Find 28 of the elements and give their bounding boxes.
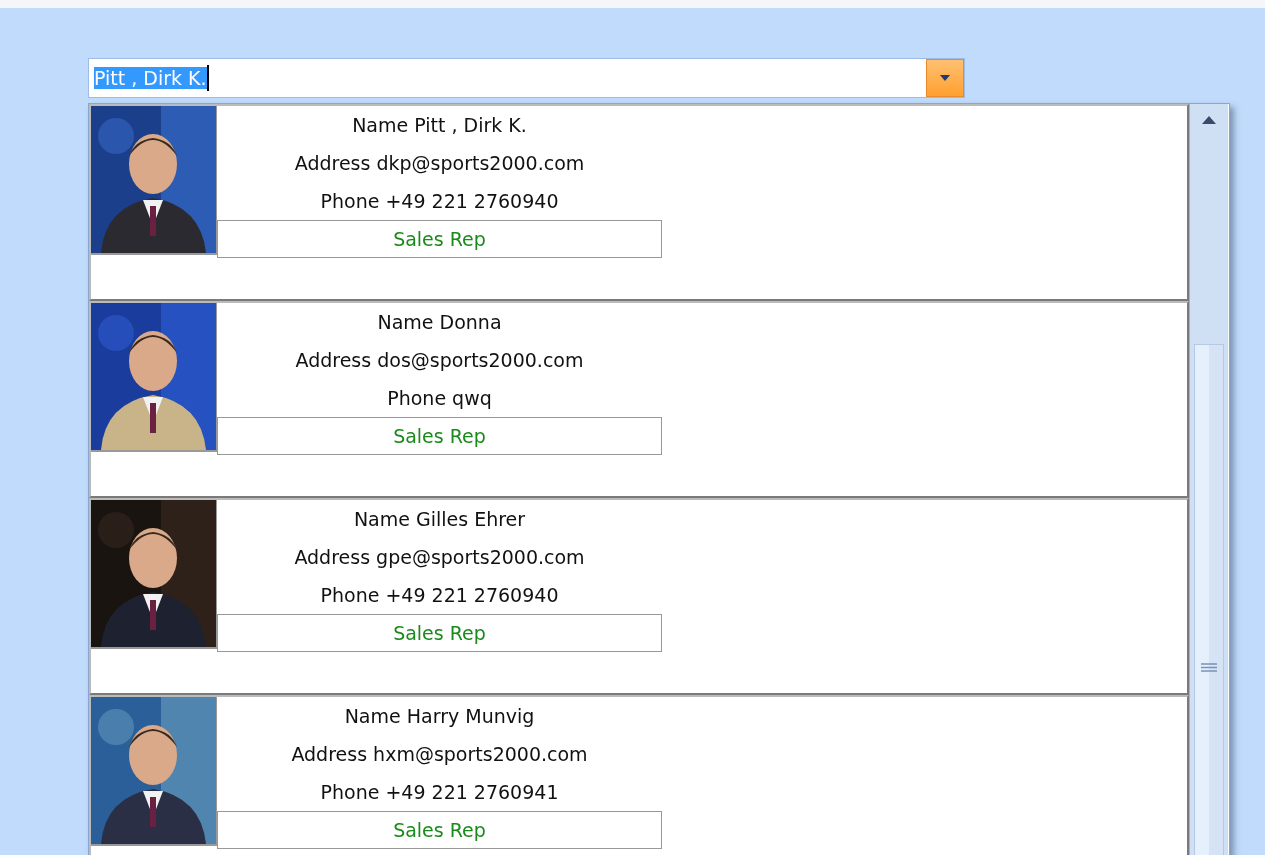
list-item[interactable]: Name Gilles Ehrer Address gpe@sports2000.com Phone +49 221 2760940 Sales Rep	[89, 498, 1189, 695]
dropdown-button[interactable]	[926, 59, 964, 97]
phone-text: Phone qwq	[387, 386, 492, 411]
address-text: Address gpe@sports2000.com	[294, 545, 585, 570]
phone-text: Phone +49 221 2760940	[320, 189, 559, 214]
scroll-thumb[interactable]	[1194, 344, 1224, 855]
list-item[interactable]: Name Harry Munvig Address hxm@sports2000.com Phone +49 221 2760941 Sales Rep	[89, 695, 1189, 855]
scroll-up-icon[interactable]	[1202, 116, 1216, 124]
text-cursor	[206, 65, 209, 91]
list-item[interactable]: Name Donna Address dos@sports2000.com Phone qwq Sales Rep	[89, 301, 1189, 498]
scrollbar[interactable]	[1189, 104, 1228, 855]
caret-icon	[939, 74, 951, 82]
address-text: Address dkp@sports2000.com	[294, 151, 585, 176]
address-text: Address hxm@sports2000.com	[291, 742, 588, 767]
grip-icon	[1201, 663, 1217, 672]
selected-text: Pitt , Dirk K.	[94, 67, 207, 89]
role-field: Sales Rep	[217, 614, 662, 652]
name-text: Name Harry Munvig	[344, 704, 535, 729]
role-field: Sales Rep	[217, 220, 662, 258]
name-text: Name Pitt , Dirk K.	[352, 113, 527, 138]
role-field: Sales Rep	[217, 417, 662, 455]
list-item[interactable]: Name Pitt , Dirk K. Address dkp@sports2000.com Phone +49 221 2760940 Sales Rep	[89, 104, 1189, 301]
phone-text: Phone +49 221 2760940	[320, 583, 559, 608]
role-field: Sales Rep	[217, 811, 662, 849]
phone-text: Phone +49 221 2760941	[320, 780, 559, 805]
name-text: Name Donna	[377, 310, 502, 335]
name-text: Name Gilles Ehrer	[353, 507, 526, 532]
address-text: Address dos@sports2000.com	[295, 348, 584, 373]
